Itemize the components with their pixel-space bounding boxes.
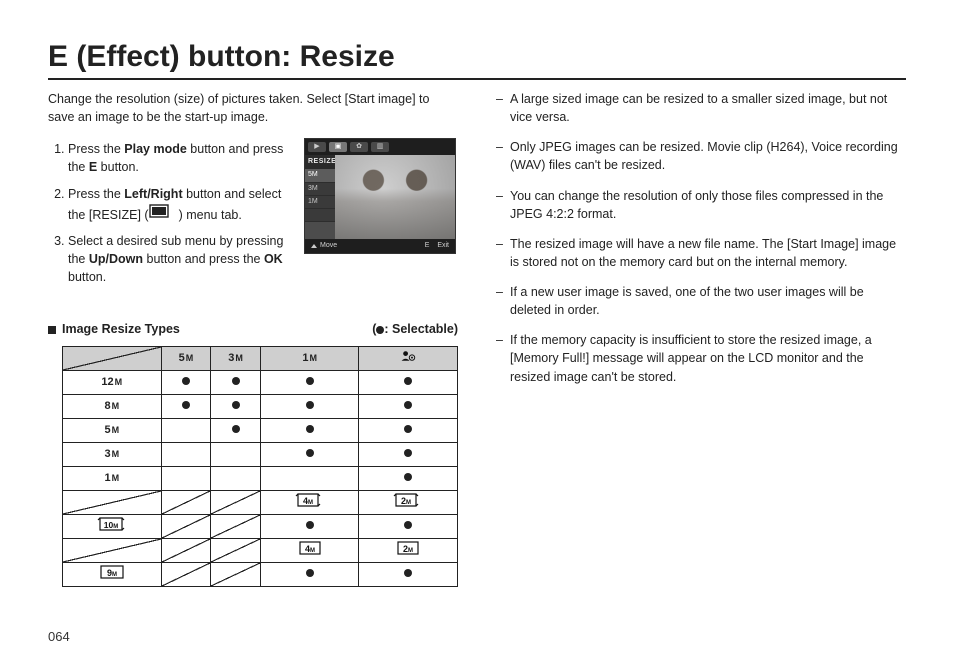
table-corner: [63, 347, 162, 371]
updown-icon: [311, 244, 317, 248]
lcd-tabs: ▶ ▣ ✿ ▥: [305, 139, 455, 155]
col-w4m: 4M: [260, 491, 359, 515]
col-p4m: 4M: [260, 539, 359, 563]
steps-list: Press the Play mode button and press the…: [48, 140, 288, 286]
dot-icon: [376, 326, 384, 334]
col-5m: 5M: [161, 347, 211, 371]
svg-text:4M: 4M: [303, 496, 313, 506]
page-title: E (Effect) button: Resize: [48, 40, 906, 80]
table-corner: [63, 491, 162, 515]
t: Press the: [68, 142, 124, 156]
row-8m: 8M: [63, 395, 162, 419]
note-item: Only JPEG images can be resized. Movie c…: [496, 138, 906, 174]
table-corner: [63, 539, 162, 563]
lcd-item: [305, 209, 335, 222]
lcd-resize-label: RESIZE: [305, 155, 335, 169]
palette-icon: ✿: [350, 142, 368, 152]
lcd-item: 5M: [305, 169, 335, 182]
row-p9m: 9M: [63, 563, 162, 587]
lcd-screenshot: ▶ ▣ ✿ ▥ RESIZE 5M 3M 1M: [304, 138, 456, 254]
play-icon: ▶: [308, 142, 326, 152]
square-bullet-icon: [48, 326, 56, 334]
note-item: A large sized image can be resized to a …: [496, 90, 906, 126]
resize-tab-icon: ▣: [329, 142, 347, 152]
col-w2m: 2M: [359, 491, 458, 515]
lcd-exit: Exit: [437, 241, 449, 251]
wide-icon: 10M: [97, 516, 127, 532]
page-number: 064: [48, 629, 70, 644]
t: E: [89, 160, 97, 174]
resize-table: 5M 3M 1M 12M 8M 5M 3M 1M: [62, 346, 458, 587]
lcd-photo: [335, 155, 455, 239]
t: Image Resize Types: [62, 322, 180, 336]
note-item: If a new user image is saved, one of the…: [496, 283, 906, 319]
step-2: Press the Left/Right button and select t…: [68, 185, 288, 224]
t: OK: [264, 252, 283, 266]
note-item: If the memory capacity is insufficient t…: [496, 331, 906, 385]
t: Press the: [68, 187, 124, 201]
wide-icon: 4M: [295, 492, 325, 508]
notes-list: A large sized image can be resized to a …: [496, 90, 906, 386]
row-1m: 1M: [63, 467, 162, 491]
svg-text:10M: 10M: [104, 520, 118, 530]
step-1: Press the Play mode button and press the…: [68, 140, 288, 176]
t: Up/Down: [89, 252, 143, 266]
wide-icon: 2M: [393, 492, 423, 508]
user-start-icon: [400, 350, 416, 362]
t: Play mode: [124, 142, 187, 156]
lcd-move: Move: [320, 241, 337, 251]
resize-icon: [149, 203, 179, 219]
lcd-e: E: [425, 241, 430, 251]
t: Left/Right: [124, 187, 182, 201]
svg-text:9M: 9M: [107, 568, 117, 578]
lcd-footer: Move E Exit: [305, 239, 455, 253]
step-3: Select a desired sub menu by pressing th…: [68, 232, 288, 286]
row-5m: 5M: [63, 419, 162, 443]
row-12m: 12M: [63, 371, 162, 395]
t: button.: [68, 270, 106, 284]
t: button and press the: [143, 252, 264, 266]
t: button.: [97, 160, 139, 174]
lcd-item: 1M: [305, 196, 335, 209]
svg-text:4M: 4M: [305, 544, 315, 554]
table-heading: Image Resize Types: [48, 320, 180, 338]
table-legend: (: Selectable): [372, 320, 458, 338]
svg-text:2M: 2M: [401, 496, 411, 506]
col-1m: 1M: [260, 347, 359, 371]
wide-icon: 2M: [393, 540, 423, 556]
intro-text: Change the resolution (size) of pictures…: [48, 90, 458, 126]
lcd-item: 3M: [305, 183, 335, 196]
col-3m: 3M: [211, 347, 261, 371]
col-startimg: [359, 347, 458, 371]
wide-icon: 9M: [97, 564, 127, 580]
crop-icon: ▥: [371, 142, 389, 152]
note-item: You can change the resolution of only th…: [496, 187, 906, 223]
wide-icon: 4M: [295, 540, 325, 556]
col-p2m: 2M: [359, 539, 458, 563]
note-item: The resized image will have a new file n…: [496, 235, 906, 271]
row-3m: 3M: [63, 443, 162, 467]
svg-text:2M: 2M: [403, 544, 413, 554]
t: ) menu tab.: [179, 208, 242, 222]
lcd-side-menu: RESIZE 5M 3M 1M: [305, 155, 335, 239]
row-w10m: 10M: [63, 515, 162, 539]
